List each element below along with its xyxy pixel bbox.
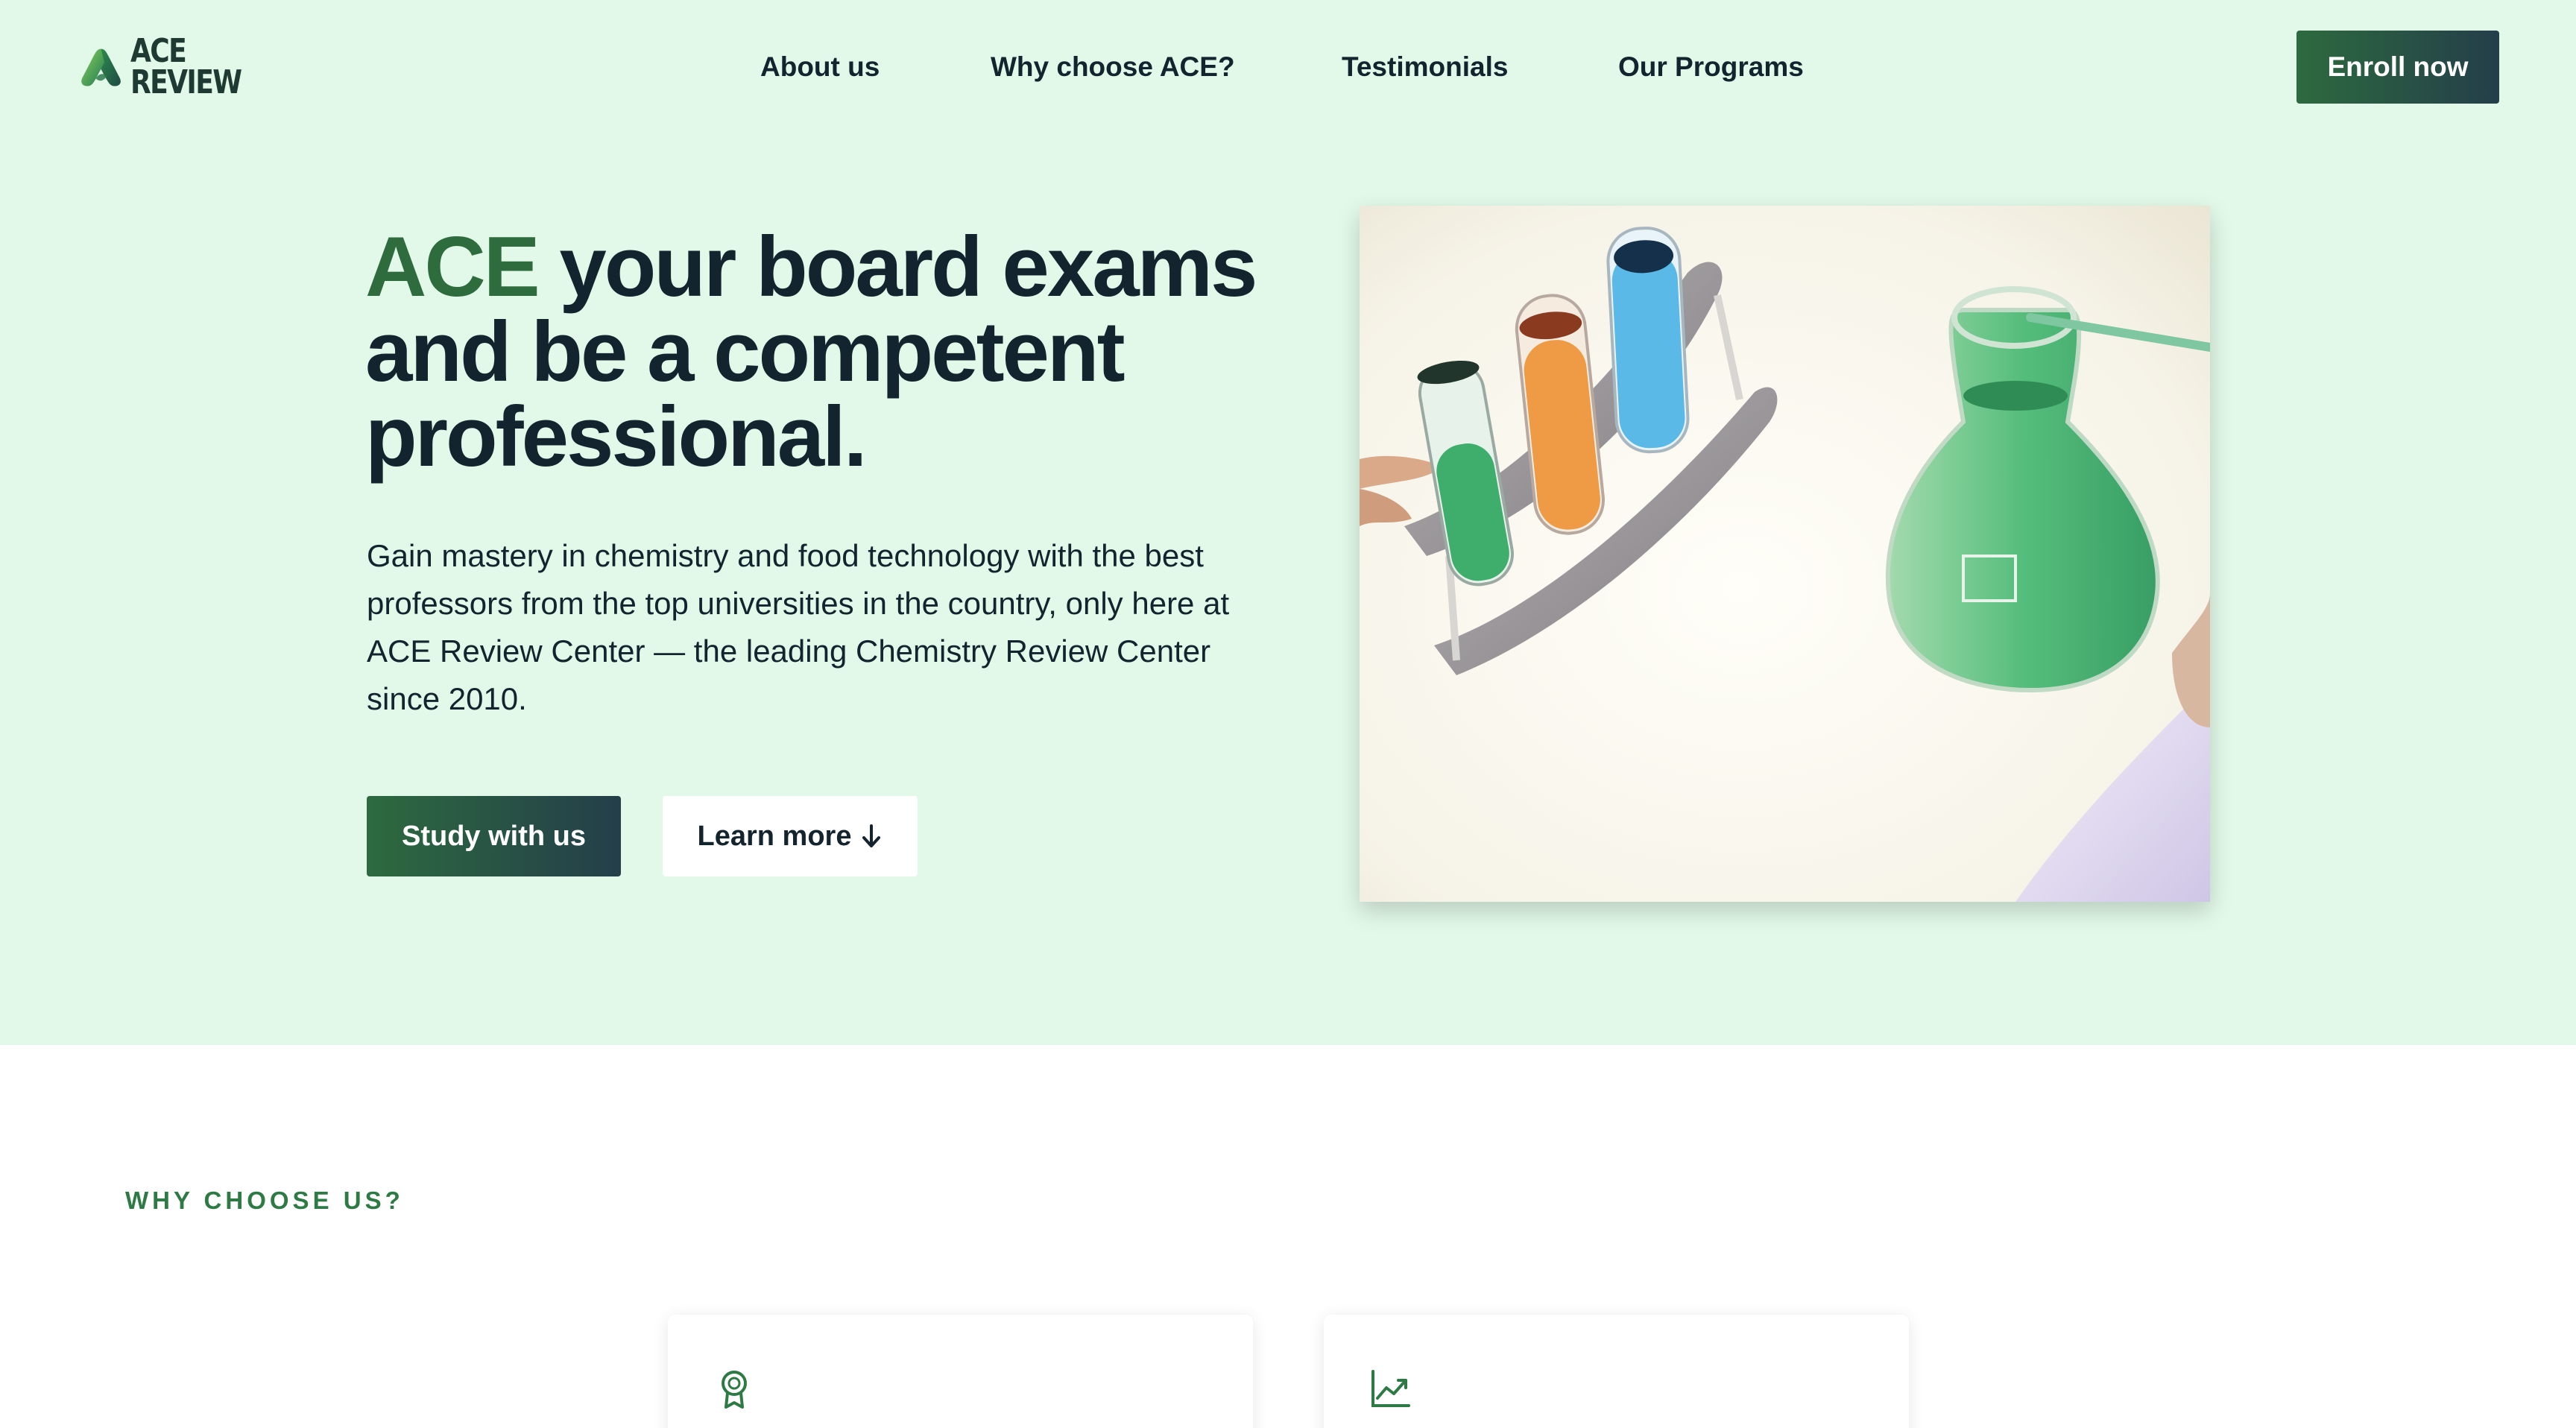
hero-description: Gain mastery in chemistry and food techn… xyxy=(367,538,1230,716)
nav-why-choose-ace[interactable]: Why choose ACE? xyxy=(991,46,1235,88)
award-icon xyxy=(722,1371,747,1409)
hero-image xyxy=(1360,206,2210,902)
nav-our-programs[interactable]: Our Programs xyxy=(1618,46,1804,88)
nav-testimonials[interactable]: Testimonials xyxy=(1342,46,1508,88)
arrow-down-icon xyxy=(862,824,881,847)
main-nav: About us Why choose ACE? Testimonials Ou… xyxy=(0,46,2576,88)
hero-headline: ACE your board exams and be a competent … xyxy=(365,225,1260,480)
headline-accent: ACE xyxy=(365,220,540,315)
nav-about-us[interactable]: About us xyxy=(760,46,880,88)
learn-more-button[interactable]: Learn more xyxy=(663,796,918,876)
learn-more-label: Learn more xyxy=(697,820,852,852)
enroll-now-button[interactable]: Enroll now xyxy=(2296,31,2499,104)
chart-line-icon xyxy=(1371,1370,1410,1407)
laboratory-glassware-illustration xyxy=(1360,206,2210,902)
study-with-us-label: Study with us xyxy=(402,820,586,852)
study-with-us-button[interactable]: Study with us xyxy=(367,796,621,876)
feature-card-growth xyxy=(1324,1315,1909,1428)
feature-card-award xyxy=(668,1315,1253,1428)
why-choose-us-label: WHY CHOOSE US? xyxy=(125,1187,404,1214)
